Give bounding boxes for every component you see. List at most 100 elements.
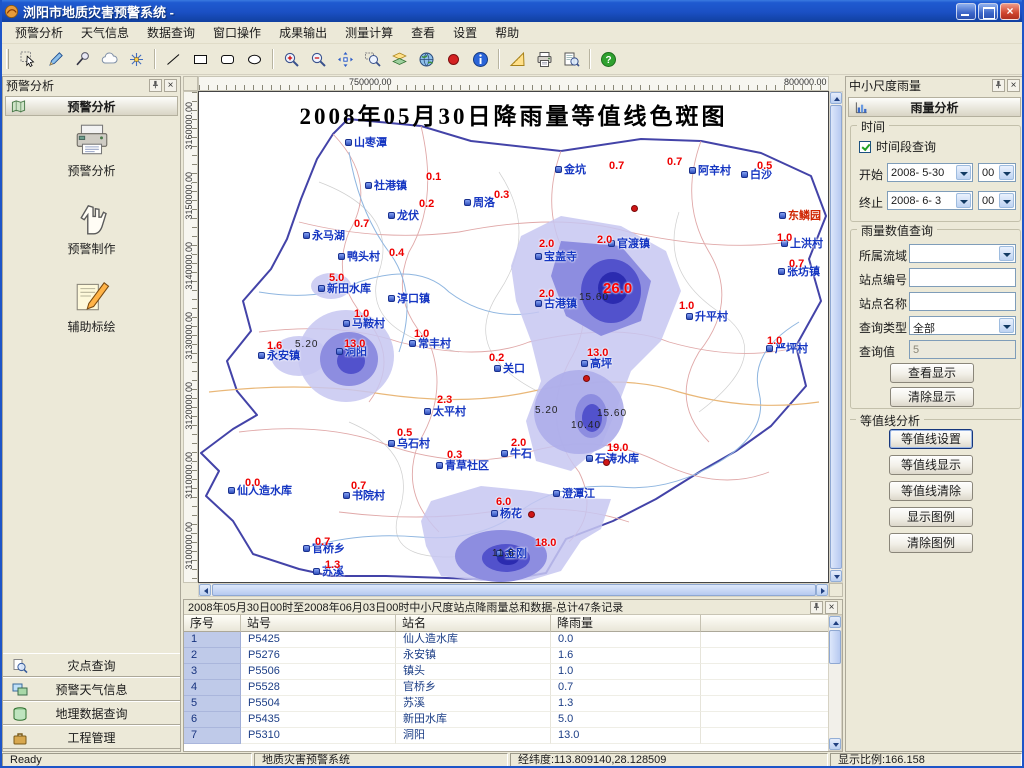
table-vertical-scrollbar[interactable]	[828, 615, 842, 751]
menu-item-8[interactable]: 帮助	[486, 23, 528, 43]
chevron-down-icon[interactable]	[999, 246, 1014, 261]
station-name-input[interactable]	[909, 292, 1016, 311]
menu-item-5[interactable]: 测量计算	[336, 23, 402, 43]
checkbox-checked-icon[interactable]	[859, 141, 871, 153]
map-station[interactable]: 金坑	[555, 161, 586, 177]
table-header-cell[interactable]: 站名	[396, 615, 551, 632]
pin-icon[interactable]	[810, 601, 823, 614]
chevron-down-icon[interactable]	[956, 193, 971, 208]
close-icon[interactable]: ×	[1007, 79, 1020, 92]
hotspot-marker-icon[interactable]	[441, 47, 465, 71]
scroll-left-icon[interactable]	[199, 584, 211, 596]
chevron-down-icon[interactable]	[999, 193, 1014, 208]
menu-item-6[interactable]: 查看	[402, 23, 444, 43]
map-station[interactable]: 龙伏	[388, 207, 419, 223]
zoom-out-icon[interactable]	[306, 47, 330, 71]
table-row[interactable]: 1P5425仙人造水库0.0	[184, 632, 828, 648]
identify-info-icon[interactable]	[468, 47, 492, 71]
map-station[interactable]: 宝盖寺	[535, 248, 577, 264]
help-icon[interactable]: ?	[596, 47, 620, 71]
pin-icon[interactable]	[149, 79, 162, 92]
bottom-panel-header[interactable]: 2008年05月30日00时至2008年06月03日00时中小尺度站点降雨量总和…	[184, 600, 842, 615]
pin-icon[interactable]	[992, 79, 1005, 92]
roundrect-tool-icon[interactable]	[215, 47, 239, 71]
menu-item-2[interactable]: 数据查询	[138, 23, 204, 43]
warning-section-header[interactable]: 预警分析	[5, 96, 178, 116]
measure-tool-icon[interactable]	[505, 47, 529, 71]
scroll-up-icon[interactable]	[829, 616, 841, 628]
map-station[interactable]: 周洛	[464, 194, 495, 210]
map-station[interactable]: 官渡镇	[608, 235, 650, 251]
scroll-up-icon[interactable]	[830, 92, 842, 104]
left-tool-2[interactable]: 辅助标绘	[3, 277, 180, 335]
table-row[interactable]: 2P5276永安镇1.6	[184, 648, 828, 664]
start-hour-combo[interactable]: 00	[978, 163, 1016, 182]
chevron-down-icon[interactable]	[999, 318, 1014, 333]
left-bottom-item-1[interactable]: 预警天气信息	[3, 677, 180, 701]
select-tool-icon[interactable]	[16, 47, 40, 71]
left-tool-0[interactable]: 预警分析	[3, 121, 180, 179]
clear-legend-button[interactable]: 清除图例	[889, 533, 973, 553]
scroll-right-icon[interactable]	[816, 584, 828, 596]
left-tool-1[interactable]: 预警制作	[3, 199, 180, 257]
table-row[interactable]: 7P5310洞阳13.0	[184, 728, 828, 744]
map-canvas[interactable]: 2008年05月30日降雨量等值线色斑图 山枣潭社港镇金坑阿辛村白沙龙伏周洛东鳞…	[198, 91, 829, 583]
map-station[interactable]: 青草社区	[436, 457, 489, 473]
ellipse-tool-icon[interactable]	[242, 47, 266, 71]
table-header-cell[interactable]: 站号	[241, 615, 396, 632]
station-id-input[interactable]	[909, 268, 1016, 287]
start-date-combo[interactable]: 2008- 5-30	[887, 163, 973, 182]
map-station[interactable]: 山枣潭	[345, 134, 387, 150]
contour-settings-button[interactable]: 等值线设置	[889, 429, 973, 449]
map-station[interactable]: 鸭头村	[338, 248, 380, 264]
map-station[interactable]: 淳口镇	[388, 290, 430, 306]
close-icon[interactable]: ×	[164, 79, 177, 92]
left-bottom-item-2[interactable]: 地理数据查询	[3, 701, 180, 725]
pan-tool-icon[interactable]	[333, 47, 357, 71]
map-vertical-scrollbar[interactable]	[829, 91, 843, 583]
globe-view-icon[interactable]	[414, 47, 438, 71]
scroll-thumb[interactable]	[829, 630, 841, 664]
left-panel-header[interactable]: 预警分析 ×	[3, 77, 180, 93]
table-header-cell[interactable]: 降雨量	[551, 615, 701, 632]
table-row[interactable]: 3P5506镇头1.0	[184, 664, 828, 680]
scroll-down-icon[interactable]	[830, 570, 842, 582]
time-range-checkbox[interactable]: 时间段查询	[859, 138, 936, 155]
end-hour-combo[interactable]: 00	[978, 191, 1016, 210]
menu-item-7[interactable]: 设置	[444, 23, 486, 43]
print-preview-icon[interactable]	[559, 47, 583, 71]
left-bottom-item-0[interactable]: 灾点查询	[3, 653, 180, 677]
contour-clear-button[interactable]: 等值线清除	[889, 481, 973, 501]
right-panel-header[interactable]: 中小尺度雨量 ×	[846, 77, 1023, 93]
scroll-down-icon[interactable]	[829, 738, 841, 750]
menu-item-1[interactable]: 天气信息	[72, 23, 138, 43]
query-value-input[interactable]: 5	[909, 340, 1016, 359]
minimize-button[interactable]	[956, 3, 976, 20]
menu-item-4[interactable]: 成果输出	[270, 23, 336, 43]
view-display-button[interactable]: 查看显示	[890, 363, 974, 383]
line-tool-icon[interactable]	[161, 47, 185, 71]
print-icon[interactable]	[532, 47, 556, 71]
table-row[interactable]: 6P5435新田水库5.0	[184, 712, 828, 728]
contour-show-button[interactable]: 等值线显示	[889, 455, 973, 475]
map-station[interactable]: 永马湖	[303, 227, 345, 243]
table-row[interactable]: 5P5504苏溪1.3	[184, 696, 828, 712]
pushpin-tool-icon[interactable]	[70, 47, 94, 71]
close-icon[interactable]: ×	[825, 601, 838, 614]
cloud-tool-icon[interactable]	[97, 47, 121, 71]
scroll-thumb[interactable]	[212, 584, 816, 596]
pen-tool-icon[interactable]	[43, 47, 67, 71]
close-button[interactable]: ×	[1000, 3, 1020, 20]
node-tool-icon[interactable]	[124, 47, 148, 71]
rectangle-tool-icon[interactable]	[188, 47, 212, 71]
maximize-button[interactable]	[978, 3, 998, 20]
clear-display-button[interactable]: 清除显示	[890, 387, 974, 407]
menu-item-3[interactable]: 窗口操作	[204, 23, 270, 43]
chevron-down-icon[interactable]	[999, 165, 1014, 180]
chevron-down-icon[interactable]	[956, 165, 971, 180]
scroll-thumb[interactable]	[830, 105, 842, 569]
end-date-combo[interactable]: 2008- 6- 3	[887, 191, 973, 210]
rain-analysis-header[interactable]: 雨量分析	[848, 97, 1021, 117]
table-header-cell[interactable]: 序号	[184, 615, 241, 632]
map-station[interactable]: 阿辛村	[689, 162, 731, 178]
